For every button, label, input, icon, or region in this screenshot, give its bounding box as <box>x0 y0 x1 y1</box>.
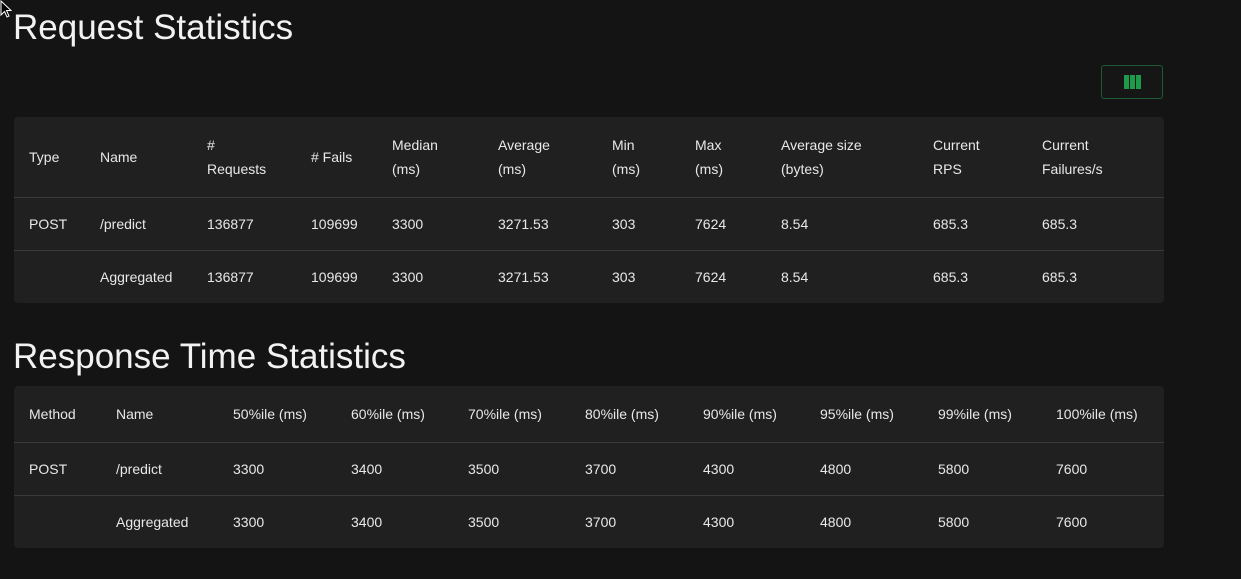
table-cell: 7600 <box>1041 442 1164 496</box>
column-header-unit: Failures/s <box>1042 160 1103 177</box>
column-header-label: Current <box>933 136 980 153</box>
column-header[interactable]: Average size (bytes) <box>766 117 918 198</box>
table-cell: Aggregated <box>85 250 192 303</box>
column-header[interactable]: Name <box>85 117 192 198</box>
column-selector-button[interactable] <box>1101 65 1163 99</box>
column-header[interactable]: 99%ile (ms) <box>923 386 1041 443</box>
column-header-unit: (ms) <box>612 160 640 177</box>
table-cell: 3500 <box>453 495 570 548</box>
column-header[interactable]: 70%ile (ms) <box>453 386 570 443</box>
table-cell: 136877 <box>192 197 296 251</box>
column-header-label: Average <box>498 136 550 153</box>
table-cell: 4300 <box>688 495 805 548</box>
column-header[interactable]: 95%ile (ms) <box>805 386 923 443</box>
column-header[interactable]: Current RPS <box>918 117 1027 198</box>
table-header-row: Type Name # Requests # Fails Median (ms) Averag… <box>14 117 1164 198</box>
table-cell: 7600 <box>1041 495 1164 548</box>
table-cell: 3400 <box>336 495 453 548</box>
table-cell: 303 <box>597 250 680 303</box>
table-cell: 3300 <box>218 442 336 496</box>
table-cell: /predict <box>85 197 192 251</box>
table-cell: 4800 <box>805 442 923 496</box>
table-cell: Aggregated <box>101 495 218 548</box>
table-cell: POST <box>14 442 101 496</box>
column-header[interactable]: 60%ile (ms) <box>336 386 453 443</box>
response-time-statistics-title: Response Time Statistics <box>13 337 406 376</box>
column-header-label: Average size <box>781 136 862 153</box>
column-header[interactable]: Type <box>14 117 85 198</box>
table-cell: POST <box>14 197 85 251</box>
table-cell: 109699 <box>296 197 377 251</box>
column-header-label: Type <box>29 148 60 165</box>
column-header[interactable]: Min (ms) <box>597 117 680 198</box>
column-header-label: Min <box>612 136 635 153</box>
column-header[interactable]: Current Failures/s <box>1027 117 1164 198</box>
column-header[interactable]: # Fails <box>296 117 377 198</box>
request-statistics-table: Type Name # Requests # Fails Median (ms) Averag… <box>14 117 1164 303</box>
column-header[interactable]: 80%ile (ms) <box>570 386 688 443</box>
table-cell: 685.3 <box>1027 250 1164 303</box>
table-cell: 4300 <box>688 442 805 496</box>
column-header-label: # <box>207 136 215 153</box>
column-header-label: Median <box>392 136 438 153</box>
mouse-cursor-icon <box>0 0 12 18</box>
table-cell: 3300 <box>377 197 483 251</box>
table-cell: 8.54 <box>766 197 918 251</box>
table-cell: 3271.53 <box>483 197 597 251</box>
request-statistics-title: Request Statistics <box>13 8 294 47</box>
column-header[interactable]: 100%ile (ms) <box>1041 386 1164 443</box>
column-header-label: Name <box>100 148 138 165</box>
response-time-statistics-table: Method Name 50%ile (ms) 60%ile (ms) 70%ile (… <box>14 386 1164 548</box>
table-cell <box>14 495 101 548</box>
table-cell: 3500 <box>453 442 570 496</box>
table-cell: 7624 <box>680 250 766 303</box>
table-row: POST/predict 136877 109699 3300 3271.53 303 76… <box>14 197 1164 251</box>
column-header-unit: (ms) <box>392 160 420 177</box>
column-header[interactable]: 90%ile (ms) <box>688 386 805 443</box>
column-header-label: # Fails <box>311 148 353 165</box>
table-cell: 685.3 <box>1027 197 1164 251</box>
table-cell: 3700 <box>570 495 688 548</box>
column-header-unit: (bytes) <box>781 160 824 177</box>
table-cell: 685.3 <box>918 197 1027 251</box>
table-cell: 303 <box>597 197 680 251</box>
table-row: Aggregated 3300 3400 3500 3700 4300 4800 5800 76… <box>14 495 1164 548</box>
table-cell: 5800 <box>923 442 1041 496</box>
request-statistics-table-card: Type Name # Requests # Fails Median (ms) Averag… <box>14 117 1164 303</box>
column-header-unit: RPS <box>933 160 962 177</box>
table-cell: 109699 <box>296 250 377 303</box>
table-cell: 3300 <box>377 250 483 303</box>
table-cell <box>14 250 85 303</box>
columns-icon <box>1123 75 1141 89</box>
column-header[interactable]: Average (ms) <box>483 117 597 198</box>
table-cell: 3400 <box>336 442 453 496</box>
column-header-unit: (ms) <box>695 160 723 177</box>
column-header-unit: (ms) <box>498 160 526 177</box>
table-cell: 136877 <box>192 250 296 303</box>
table-cell: 3300 <box>218 495 336 548</box>
column-header[interactable]: # Requests <box>192 117 296 198</box>
column-header-unit: Requests <box>207 160 267 177</box>
table-row: POST/predict 3300 3400 3500 3700 4300 4800 5800… <box>14 442 1164 496</box>
column-header[interactable]: Median (ms) <box>377 117 483 198</box>
table-cell: /predict <box>101 442 218 496</box>
table-cell: 4800 <box>805 495 923 548</box>
column-header[interactable]: Method <box>14 386 101 443</box>
column-header-label: Max <box>695 136 722 153</box>
table-row: Aggregated 136877 109699 3300 3271.53 303 7624… <box>14 250 1164 303</box>
table-cell: 8.54 <box>766 250 918 303</box>
table-cell: 3271.53 <box>483 250 597 303</box>
table-header-row: Method Name 50%ile (ms) 60%ile (ms) 70%ile (… <box>14 386 1164 443</box>
table-cell: 3700 <box>570 442 688 496</box>
table-cell: 685.3 <box>918 250 1027 303</box>
response-time-statistics-table-card: Method Name 50%ile (ms) 60%ile (ms) 70%ile (… <box>14 386 1164 548</box>
column-header[interactable]: 50%ile (ms) <box>218 386 336 443</box>
locust-stats-page: Request Statistics Type Name # Requests # Fa… <box>0 0 1241 579</box>
table-cell: 5800 <box>923 495 1041 548</box>
table-cell: 7624 <box>680 197 766 251</box>
column-header[interactable]: Max (ms) <box>680 117 766 198</box>
column-header-label: Current <box>1042 136 1089 153</box>
column-header[interactable]: Name <box>101 386 218 443</box>
